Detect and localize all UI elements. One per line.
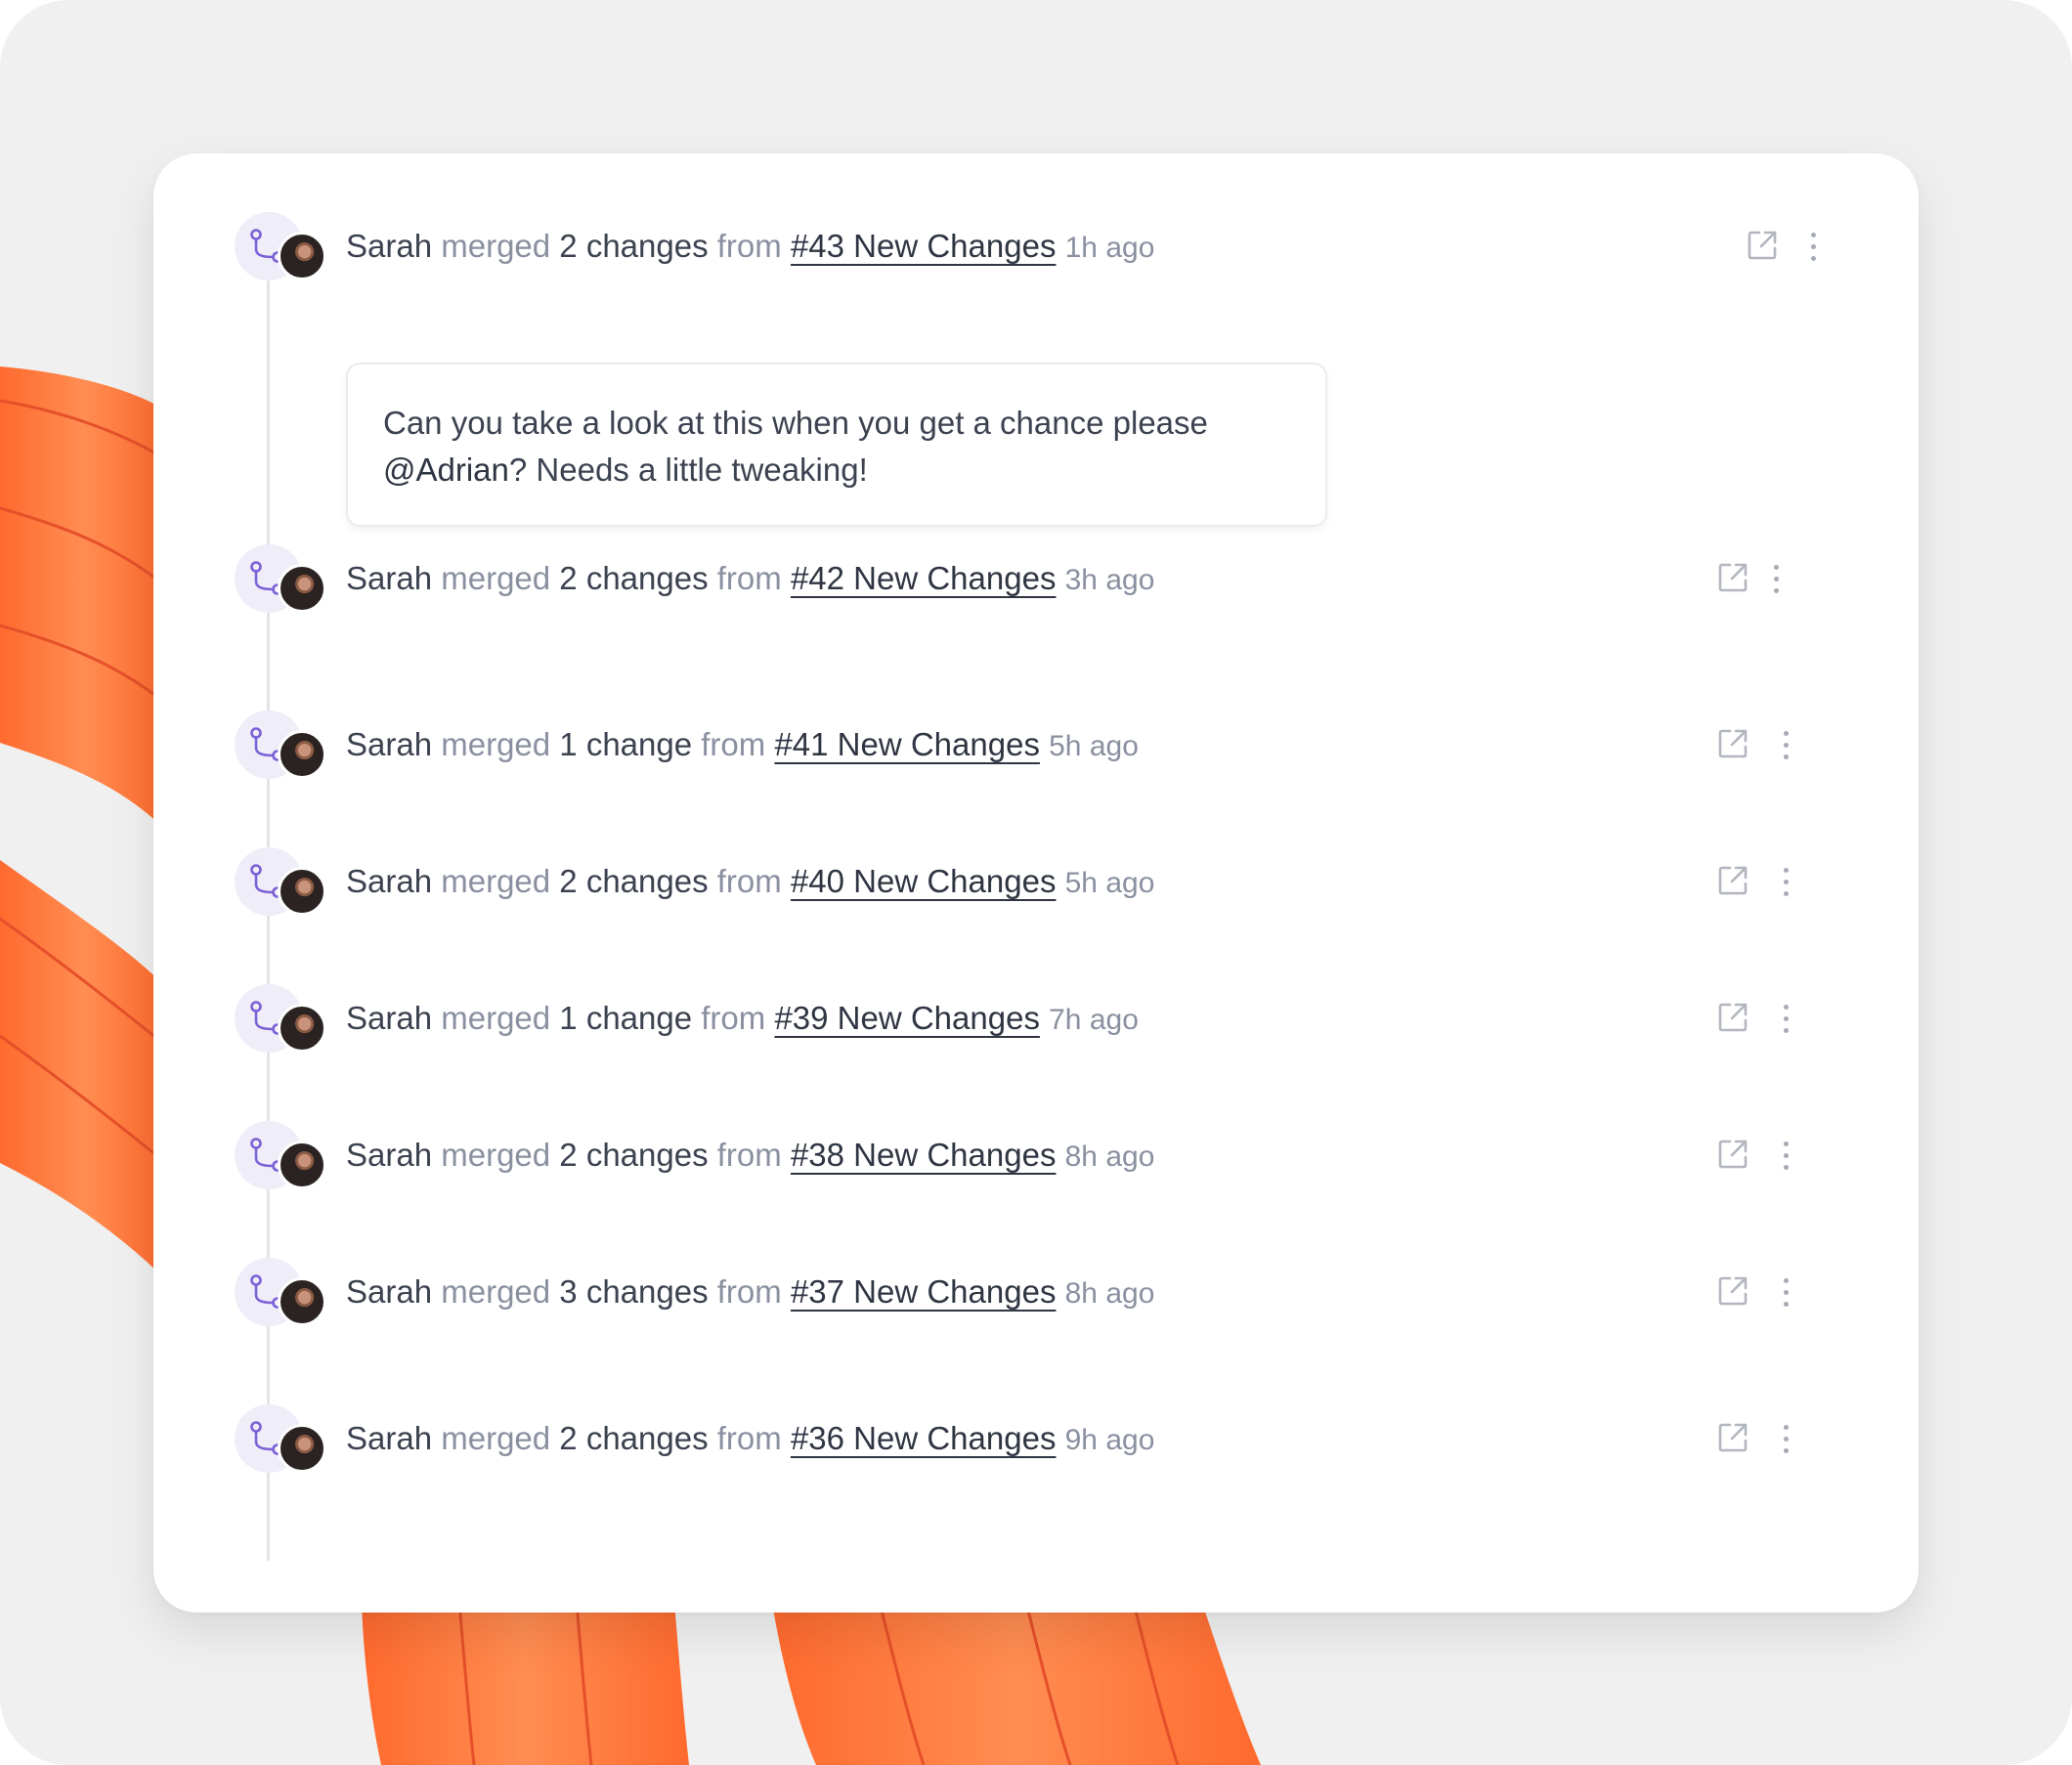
pull-request-link[interactable]: #41 New Changes	[774, 726, 1040, 762]
activity-text: Sarah merged 3 changes from #37 New Chan…	[346, 1272, 1154, 1313]
more-vertical-icon[interactable]	[1780, 1005, 1791, 1034]
activity-text: Sarah merged 2 changes from #42 New Chan…	[346, 559, 1154, 600]
more-vertical-icon[interactable]	[1770, 565, 1782, 594]
timestamp: 8h ago	[1064, 1141, 1155, 1173]
preposition: from	[716, 1273, 782, 1310]
activity-text: Sarah merged 2 changes from #43 New Chan…	[346, 227, 1154, 268]
activity-text: Sarah merged 1 change from #39 New Chang…	[346, 999, 1139, 1040]
avatar	[278, 1141, 326, 1189]
preposition: from	[716, 1420, 782, 1456]
comment-body: Can you take a look at this when you get…	[383, 405, 1208, 441]
user-name: Sarah	[346, 1000, 433, 1036]
change-count: 1 change	[559, 726, 693, 762]
more-vertical-icon[interactable]	[1807, 233, 1819, 262]
user-name: Sarah	[346, 1137, 433, 1173]
preposition: from	[716, 1137, 782, 1173]
more-vertical-icon[interactable]	[1780, 731, 1791, 760]
pull-request-link[interactable]: #43 New Changes	[791, 228, 1057, 264]
comment-body-end: ? Needs a little tweaking!	[508, 452, 868, 488]
avatar	[278, 232, 326, 280]
external-link-icon[interactable]	[1715, 560, 1750, 595]
activity-card: Sarah merged 2 changes from #43 New Chan…	[153, 153, 1919, 1613]
pull-request-link[interactable]: #39 New Changes	[774, 1000, 1040, 1036]
change-count: 2 changes	[559, 863, 709, 899]
pull-request-link[interactable]: #36 New Changes	[791, 1420, 1057, 1456]
activity-text: Sarah merged 2 changes from #38 New Chan…	[346, 1136, 1154, 1177]
change-count: 1 change	[559, 1000, 693, 1036]
activity-text: Sarah merged 2 changes from #40 New Chan…	[346, 862, 1154, 903]
change-count: 2 changes	[559, 560, 709, 596]
action-verb: merged	[441, 1420, 551, 1456]
user-name: Sarah	[346, 726, 433, 762]
change-count: 2 changes	[559, 1137, 709, 1173]
more-vertical-icon[interactable]	[1780, 868, 1791, 897]
more-vertical-icon[interactable]	[1780, 1425, 1791, 1454]
external-link-icon[interactable]	[1715, 863, 1750, 898]
timestamp: 5h ago	[1064, 867, 1155, 899]
change-count: 3 changes	[559, 1273, 709, 1310]
user-name: Sarah	[346, 228, 433, 264]
timestamp: 5h ago	[1049, 730, 1139, 762]
external-link-icon[interactable]	[1715, 1420, 1750, 1455]
timestamp: 8h ago	[1064, 1277, 1155, 1310]
comment-text: Can you take a look at this when you get…	[383, 400, 1263, 494]
external-link-icon[interactable]	[1715, 726, 1750, 761]
user-mention[interactable]: @Adrian	[383, 452, 509, 488]
timestamp: 9h ago	[1064, 1424, 1155, 1456]
pull-request-link[interactable]: #40 New Changes	[791, 863, 1057, 899]
more-vertical-icon[interactable]	[1780, 1141, 1791, 1171]
user-name: Sarah	[346, 1273, 433, 1310]
preposition: from	[701, 1000, 766, 1036]
user-name: Sarah	[346, 560, 433, 596]
preposition: from	[716, 228, 782, 264]
action-verb: merged	[441, 1000, 551, 1036]
avatar	[278, 1424, 326, 1473]
action-verb: merged	[441, 863, 551, 899]
preposition: from	[716, 863, 782, 899]
avatar	[278, 1277, 326, 1326]
external-link-icon[interactable]	[1745, 228, 1780, 263]
pull-request-link[interactable]: #38 New Changes	[791, 1137, 1057, 1173]
action-verb: merged	[441, 1273, 551, 1310]
avatar	[278, 564, 326, 613]
external-link-icon[interactable]	[1715, 1000, 1750, 1035]
avatar	[278, 1004, 326, 1053]
activity-text: Sarah merged 2 changes from #36 New Chan…	[346, 1419, 1154, 1460]
avatar	[278, 730, 326, 779]
action-verb: merged	[441, 228, 551, 264]
action-verb: merged	[441, 560, 551, 596]
external-link-icon[interactable]	[1715, 1273, 1750, 1309]
canvas: Sarah merged 2 changes from #43 New Chan…	[0, 0, 2072, 1765]
timestamp: 7h ago	[1049, 1004, 1139, 1036]
timestamp: 3h ago	[1064, 564, 1155, 596]
action-verb: merged	[441, 726, 551, 762]
preposition: from	[701, 726, 766, 762]
preposition: from	[716, 560, 782, 596]
pull-request-link[interactable]: #37 New Changes	[791, 1273, 1057, 1310]
more-vertical-icon[interactable]	[1780, 1278, 1791, 1308]
comment-box: Can you take a look at this when you get…	[346, 363, 1327, 527]
avatar	[278, 867, 326, 916]
activity-text: Sarah merged 1 change from #41 New Chang…	[346, 725, 1139, 766]
change-count: 2 changes	[559, 228, 709, 264]
action-verb: merged	[441, 1137, 551, 1173]
user-name: Sarah	[346, 1420, 433, 1456]
timestamp: 1h ago	[1064, 232, 1155, 264]
user-name: Sarah	[346, 863, 433, 899]
external-link-icon[interactable]	[1715, 1137, 1750, 1172]
pull-request-link[interactable]: #42 New Changes	[791, 560, 1057, 596]
change-count: 2 changes	[559, 1420, 709, 1456]
